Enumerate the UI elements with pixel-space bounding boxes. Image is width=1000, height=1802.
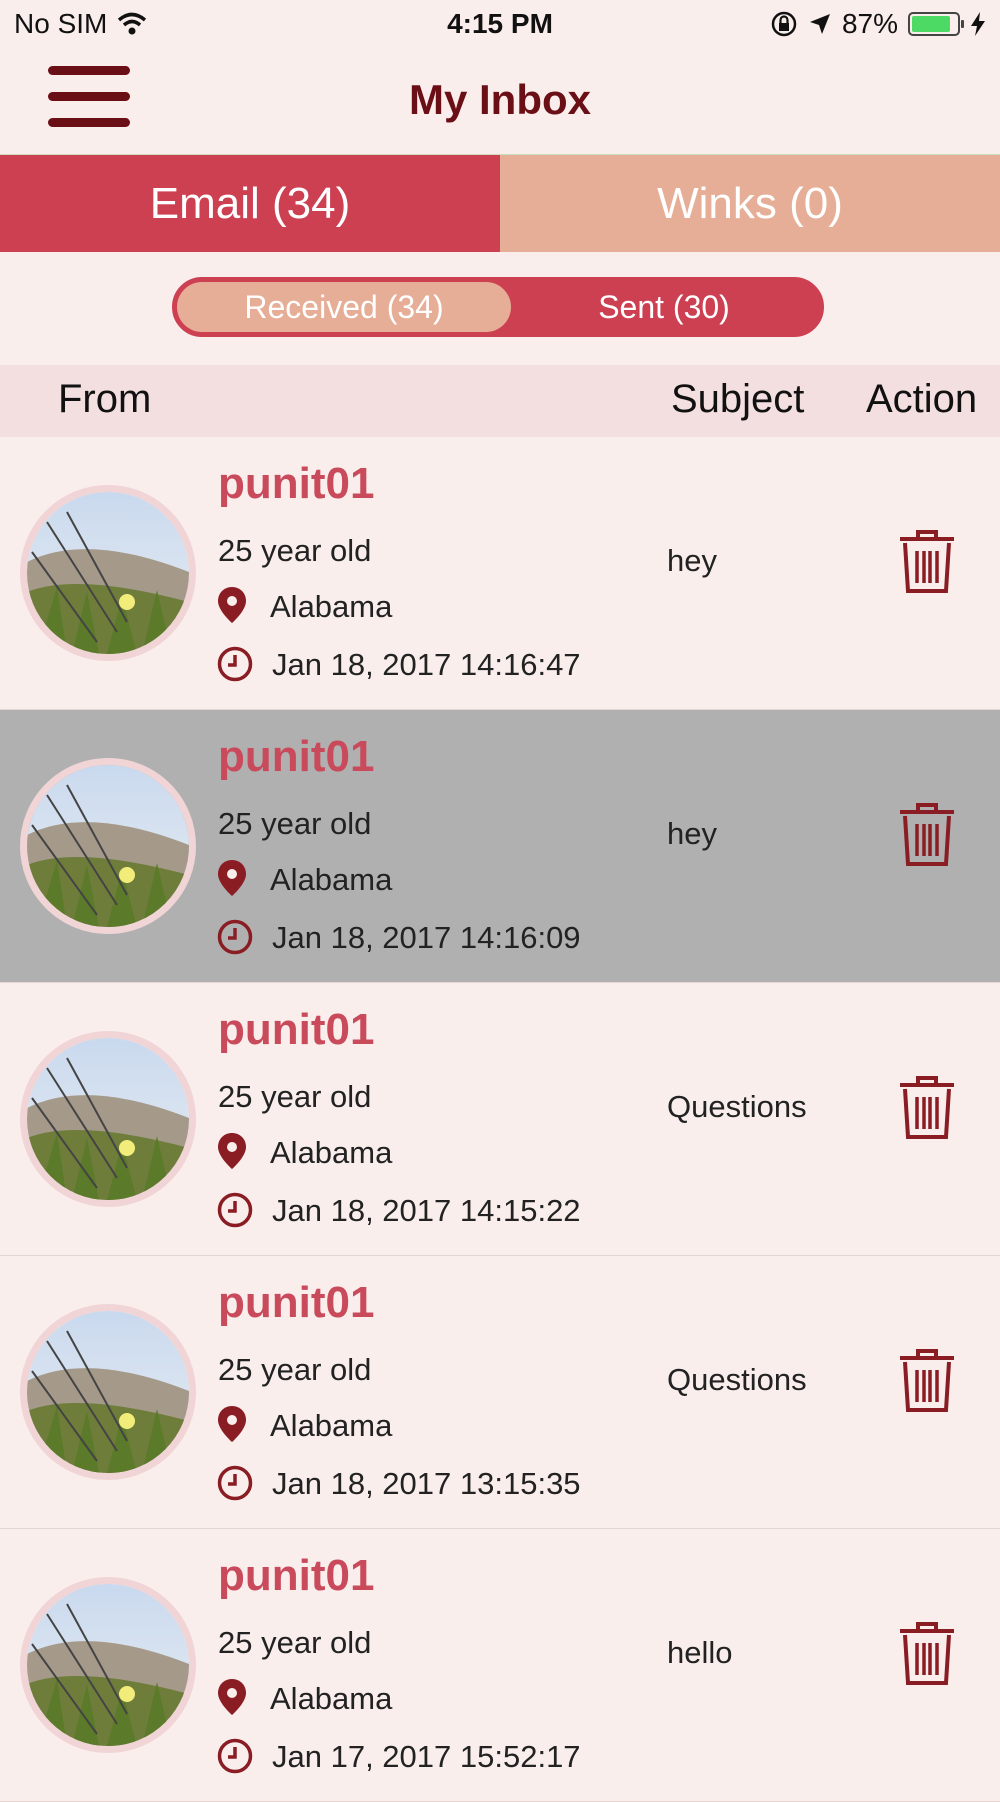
username[interactable]: punit01 — [218, 732, 374, 782]
user-location: Alabama — [270, 1135, 393, 1170]
message-date: Jan 18, 2017 13:15:35 — [272, 1466, 581, 1501]
avatar[interactable] — [20, 485, 196, 661]
message-subject[interactable]: hello — [667, 1635, 733, 1671]
user-age: 25 year old — [218, 1625, 372, 1660]
clock-icon — [217, 919, 253, 955]
message-date: Jan 18, 2017 14:15:22 — [272, 1193, 581, 1228]
avatar-photo — [27, 492, 189, 654]
trash-icon[interactable] — [896, 529, 958, 595]
status-bar: No SIM 4:15 PM 87% — [0, 0, 1000, 50]
user-age: 25 year old — [218, 533, 372, 568]
message-subject[interactable]: Questions — [667, 1089, 807, 1125]
message-row[interactable]: punit01 25 year old Alabama Jan 18, 2017… — [0, 983, 1000, 1256]
message-row[interactable]: punit01 25 year old Alabama Jan 17, 2017… — [0, 1529, 1000, 1802]
trash-icon[interactable] — [896, 1348, 958, 1414]
orientation-lock-icon — [771, 11, 797, 37]
avatar[interactable] — [20, 1304, 196, 1480]
username[interactable]: punit01 — [218, 1005, 374, 1055]
message-subject[interactable]: hey — [667, 543, 717, 579]
avatar[interactable] — [20, 1031, 196, 1207]
username[interactable]: punit01 — [218, 1551, 374, 1601]
column-from: From — [58, 377, 152, 421]
message-subject[interactable]: Questions — [667, 1362, 807, 1398]
page-title: My Inbox — [408, 76, 591, 123]
avatar-photo — [27, 1584, 189, 1746]
clock-icon — [217, 646, 253, 682]
user-location: Alabama — [270, 1681, 393, 1716]
trash-icon[interactable] — [896, 1621, 958, 1687]
message-date: Jan 18, 2017 14:16:09 — [272, 920, 581, 955]
received-sent-segment: Received (34) Sent (30) — [172, 277, 824, 337]
username[interactable]: punit01 — [218, 1278, 374, 1328]
charging-bolt-icon — [971, 12, 985, 36]
avatar-photo — [27, 765, 189, 927]
user-age: 25 year old — [218, 1352, 372, 1387]
avatar-photo — [27, 1311, 189, 1473]
tab-winks[interactable]: Winks (0) — [500, 155, 1000, 252]
location-pin-icon — [218, 1406, 246, 1442]
avatar[interactable] — [20, 1577, 196, 1753]
user-location: Alabama — [270, 1408, 393, 1443]
message-row[interactable]: punit01 25 year old Alabama Jan 18, 2017… — [0, 710, 1000, 983]
user-age: 25 year old — [218, 1079, 372, 1114]
tab-email[interactable]: Email (34) — [0, 155, 500, 252]
segment-sent[interactable]: Sent (30) — [514, 282, 814, 332]
segment-received[interactable]: Received (34) — [177, 282, 511, 332]
inbox-tabs: Email (34) Winks (0) — [0, 154, 1000, 252]
location-pin-icon — [218, 860, 246, 896]
user-location: Alabama — [270, 862, 393, 897]
message-list: punit01 25 year old Alabama Jan 18, 2017… — [0, 437, 1000, 1802]
clock-icon — [217, 1738, 253, 1774]
message-row[interactable]: punit01 25 year old Alabama Jan 18, 2017… — [0, 1256, 1000, 1529]
trash-icon[interactable] — [896, 802, 958, 868]
clock-icon — [217, 1192, 253, 1228]
location-pin-icon — [218, 1679, 246, 1715]
column-subject: Subject — [671, 377, 805, 421]
column-action: Action — [866, 377, 978, 421]
location-pin-icon — [218, 587, 246, 623]
message-row[interactable]: punit01 25 year old Alabama Jan 18, 2017… — [0, 437, 1000, 710]
trash-icon[interactable] — [896, 1075, 958, 1141]
column-header: From Subject Action — [0, 365, 1000, 437]
status-right: 87% — [770, 8, 986, 40]
nav-bar: My Inbox — [0, 50, 1000, 154]
user-age: 25 year old — [218, 806, 372, 841]
username[interactable]: punit01 — [218, 459, 374, 509]
battery-percent: 87% — [841, 8, 898, 39]
message-subject[interactable]: hey — [667, 816, 717, 852]
message-date: Jan 18, 2017 14:16:47 — [272, 647, 581, 682]
battery-fill — [912, 16, 951, 32]
clock-icon — [217, 1465, 253, 1501]
user-location: Alabama — [270, 589, 393, 624]
avatar[interactable] — [20, 758, 196, 934]
battery-icon — [908, 12, 964, 36]
avatar-photo — [27, 1038, 189, 1200]
message-date: Jan 17, 2017 15:52:17 — [272, 1739, 581, 1774]
location-arrow-icon — [809, 14, 830, 34]
location-pin-icon — [218, 1133, 246, 1169]
